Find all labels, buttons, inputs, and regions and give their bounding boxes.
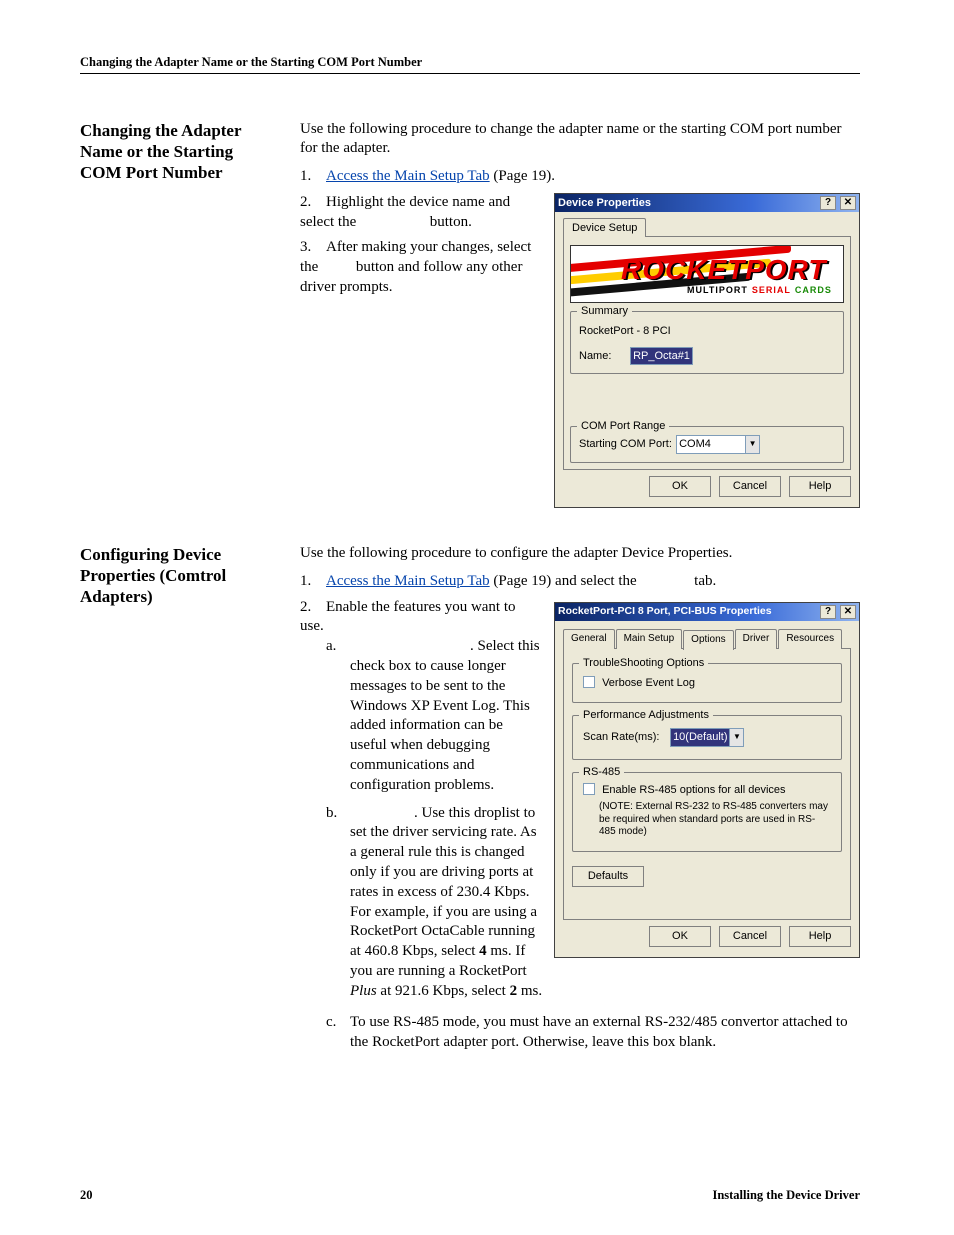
step-b2-number: 2. bbox=[300, 598, 326, 618]
step-a1-after: (Page 19). bbox=[490, 168, 555, 184]
section-b-heading: Configuring Device Properties (Comtrol A… bbox=[80, 544, 272, 608]
substep-b2c-mark: c. bbox=[326, 1013, 350, 1033]
substep-b2c-text: To use RS-485 mode, you must have an ext… bbox=[350, 1014, 848, 1050]
substep-b2a-text: . Select this check box to cause longer … bbox=[350, 638, 540, 793]
dlg1-comrange-legend: COM Port Range bbox=[577, 419, 669, 434]
access-main-setup-link-1[interactable]: Access the Main Setup Tab bbox=[326, 168, 490, 184]
footer-page-number: 20 bbox=[80, 1187, 93, 1204]
substep-b2b-text1: . Use this droplist to set the driver se… bbox=[350, 805, 537, 960]
step-a2-text-b: button. bbox=[426, 214, 472, 230]
section-a: Changing the Adapter Name or the Startin… bbox=[80, 120, 860, 514]
page: Changing the Adapter Name or the Startin… bbox=[0, 0, 954, 1235]
dlg1-ok-button[interactable]: OK bbox=[649, 476, 711, 497]
section-a-heading: Changing the Adapter Name or the Startin… bbox=[80, 120, 272, 184]
step-b1-after1: (Page 19) and select the bbox=[490, 573, 641, 589]
section-b: Configuring Device Properties (Comtrol A… bbox=[80, 544, 860, 1061]
step-a2: 2.Highlight the device name and select t… bbox=[300, 193, 860, 233]
dlg1-comrange-group: COM Port Range Starting COM Port: COM4 ▼ bbox=[570, 426, 844, 463]
step-b2-text: Enable the features you want to use. bbox=[300, 599, 516, 635]
substep-b2b: b. . Use this droplist to set the driver… bbox=[326, 804, 860, 1002]
step-a2-number: 2. bbox=[300, 193, 326, 213]
dlg1-startcom-dropdown[interactable]: COM4 ▼ bbox=[676, 435, 760, 454]
access-main-setup-link-2[interactable]: Access the Main Setup Tab bbox=[326, 573, 490, 589]
dlg1-name-input[interactable]: RP_Octa#1 bbox=[630, 347, 693, 366]
substep-b2b-text3: at 921.6 Kbps, select bbox=[377, 983, 510, 999]
running-head: Changing the Adapter Name or the Startin… bbox=[80, 54, 422, 71]
dlg1-help-button2[interactable]: Help bbox=[789, 476, 851, 497]
substep-b2a: a. . Select this check box to cause long… bbox=[326, 637, 860, 795]
substep-b2b-text4: ms. bbox=[517, 983, 542, 999]
dlg1-startcom-label: Starting COM Port: bbox=[579, 437, 673, 452]
dlg1-startcom-value: COM4 bbox=[676, 435, 746, 454]
substep-b2b-bold1: 4 bbox=[479, 943, 487, 959]
substep-b2b-bold2: 2 bbox=[510, 983, 518, 999]
dlg1-summary-legend: Summary bbox=[577, 304, 632, 319]
step-b2: 2.Enable the features you want to use. a… bbox=[300, 598, 860, 1054]
step-a1: 1.Access the Main Setup Tab (Page 19). bbox=[300, 167, 860, 187]
step-b1-number: 1. bbox=[300, 572, 326, 592]
substep-b2b-mark: b. bbox=[326, 804, 350, 824]
dlg1-name-label: Name: bbox=[579, 349, 627, 364]
step-a2-text-a: Highlight the device name and select the bbox=[300, 194, 510, 230]
substep-b2a-mark: a. bbox=[326, 637, 350, 657]
section-a-intro: Use the following procedure to change th… bbox=[300, 120, 860, 160]
step-b1-after2: tab. bbox=[690, 573, 716, 589]
footer-title: Installing the Device Driver bbox=[712, 1187, 860, 1204]
section-b-intro: Use the following procedure to configure… bbox=[300, 544, 860, 564]
running-head-row: Changing the Adapter Name or the Startin… bbox=[80, 54, 860, 71]
dlg1-summary-group: Summary RocketPort - 8 PCI Name: RP_Octa… bbox=[570, 311, 844, 374]
step-a3-number: 3. bbox=[300, 238, 326, 258]
step-a3-text-b: button and follow any other driver promp… bbox=[300, 259, 522, 295]
dlg1-cancel-button[interactable]: Cancel bbox=[719, 476, 781, 497]
header-rule bbox=[80, 73, 860, 74]
step-a1-number: 1. bbox=[300, 167, 326, 187]
chevron-down-icon: ▼ bbox=[746, 435, 760, 454]
step-b1: 1.Access the Main Setup Tab (Page 19) an… bbox=[300, 572, 860, 592]
step-a3: 3.After making your changes, select the … bbox=[300, 238, 860, 297]
substep-b2b-ital: Plus bbox=[350, 983, 377, 999]
substep-b2c: c. To use RS-485 mode, you must have an … bbox=[326, 1013, 860, 1053]
dlg1-summary-caption: RocketPort - 8 PCI bbox=[579, 324, 835, 339]
footer: 20 Installing the Device Driver bbox=[0, 1187, 954, 1204]
